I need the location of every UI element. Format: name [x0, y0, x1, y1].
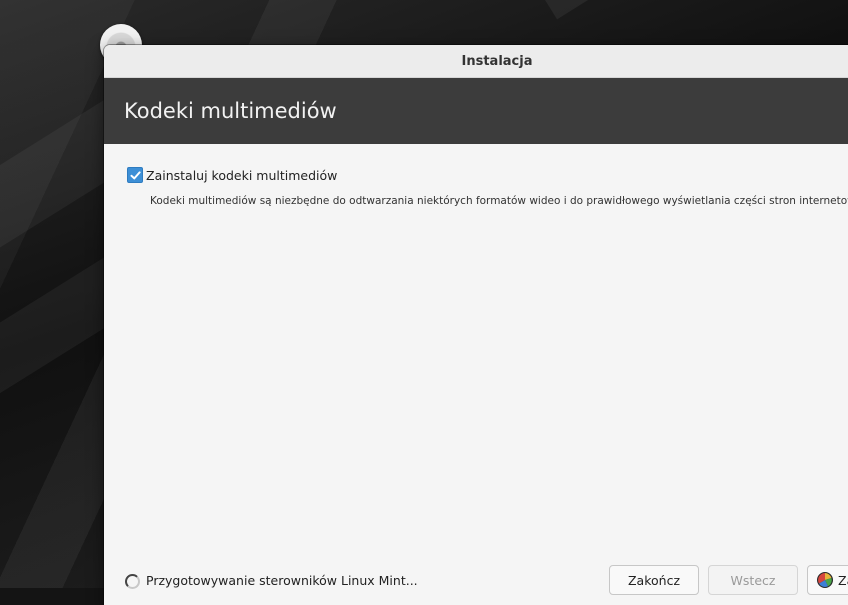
back-button-label: Wstecz: [730, 572, 776, 588]
next-button-label: Zap: [838, 572, 848, 588]
bottom-bar: Przygotowywanie sterowników Linux Mint..…: [104, 565, 848, 605]
window-titlebar[interactable]: Instalacja: [104, 45, 848, 78]
wallpaper-stripe: [520, 0, 829, 20]
status-text: Przygotowywanie sterowników Linux Mint..…: [146, 573, 418, 588]
spinner-icon: [125, 574, 140, 589]
page-content: Zainstaluj kodeki multimediów Kodeki mul…: [104, 144, 848, 604]
install-codecs-label[interactable]: Zainstaluj kodeki multimediów: [146, 168, 337, 183]
next-button[interactable]: Zap: [807, 565, 848, 595]
check-icon: [130, 170, 141, 179]
page-header: Kodeki multimediów: [104, 78, 848, 144]
quit-button[interactable]: Zakończ: [609, 565, 699, 595]
installer-window: Instalacja Kodeki multimediów Zainstaluj…: [104, 45, 848, 605]
window-title: Instalacja: [461, 53, 533, 69]
install-codecs-option[interactable]: Zainstaluj kodeki multimediów: [127, 167, 337, 183]
page-title: Kodeki multimediów: [124, 99, 337, 123]
install-codecs-checkbox[interactable]: [127, 167, 143, 183]
apply-icon: [817, 572, 833, 588]
quit-button-label: Zakończ: [627, 572, 681, 588]
codecs-description: Kodeki multimediów są niezbędne do odtwa…: [150, 195, 848, 207]
back-button[interactable]: Wstecz: [708, 565, 798, 595]
